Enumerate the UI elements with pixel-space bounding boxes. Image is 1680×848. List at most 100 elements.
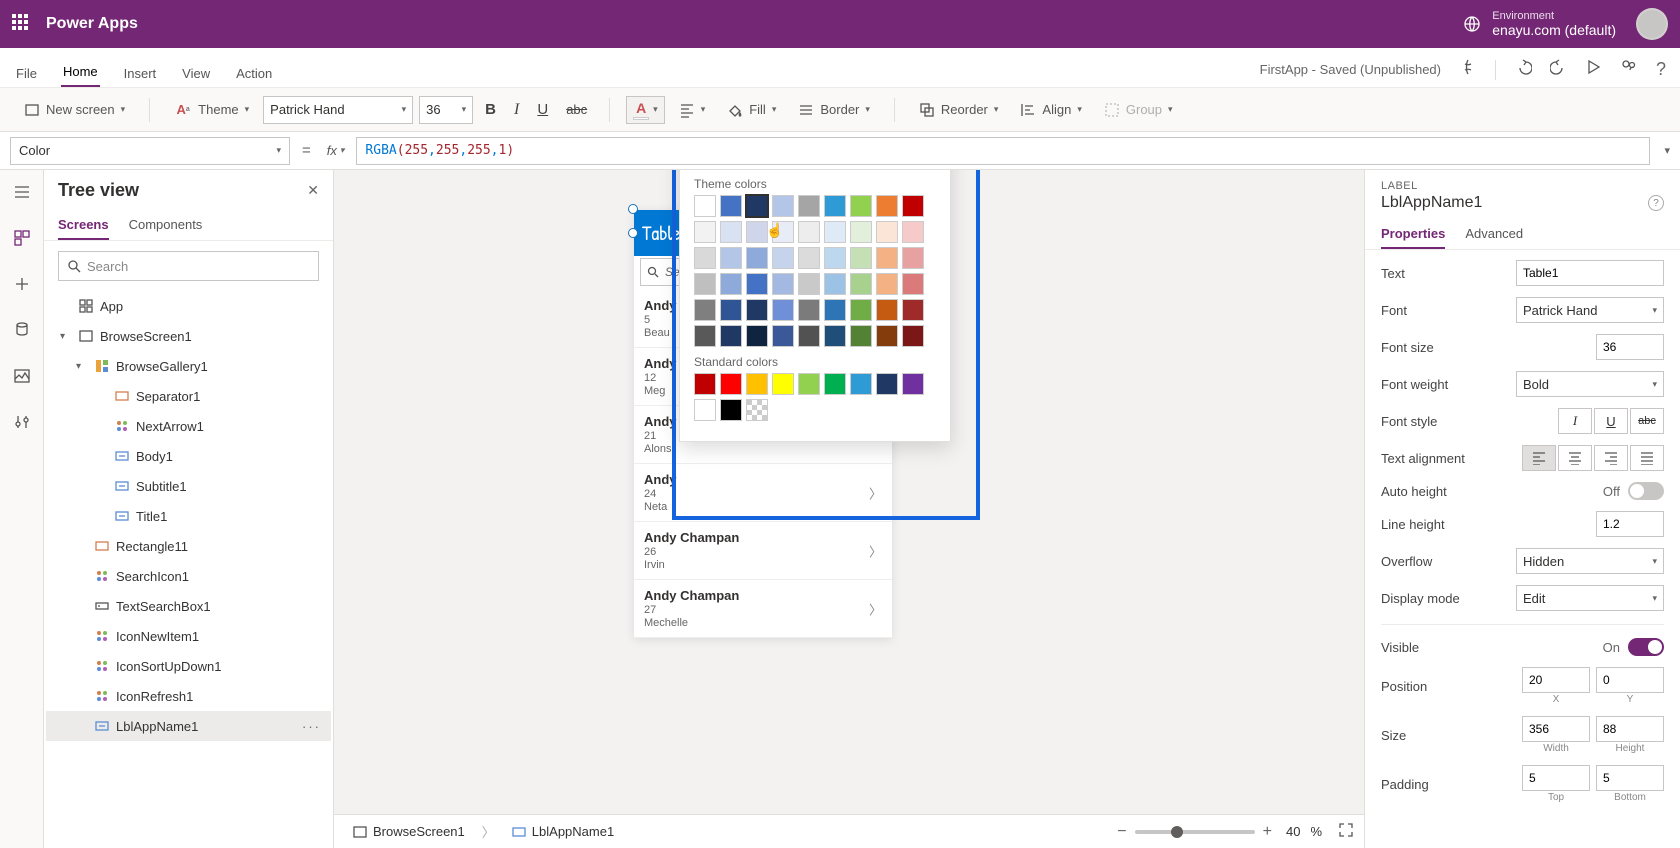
theme-button[interactable]: Aa Theme ▾ bbox=[166, 97, 257, 123]
color-swatch[interactable] bbox=[902, 221, 924, 243]
color-swatch[interactable] bbox=[850, 221, 872, 243]
color-swatch[interactable] bbox=[694, 299, 716, 321]
border-button[interactable]: Border ▾ bbox=[790, 98, 878, 122]
style-strike-button[interactable]: abc bbox=[1630, 408, 1664, 434]
property-selector[interactable]: Color ▾ bbox=[10, 137, 290, 165]
prop-text-input[interactable] bbox=[1516, 260, 1664, 286]
height-input[interactable] bbox=[1596, 716, 1664, 742]
color-swatch[interactable] bbox=[798, 325, 820, 347]
color-swatch[interactable] bbox=[746, 195, 768, 217]
color-swatch[interactable] bbox=[798, 299, 820, 321]
color-swatch[interactable] bbox=[876, 299, 898, 321]
color-swatch[interactable] bbox=[824, 247, 846, 269]
menu-file[interactable]: File bbox=[14, 58, 39, 87]
menu-insert[interactable]: Insert bbox=[122, 58, 159, 87]
tree-item[interactable]: TextSearchBox1 bbox=[46, 591, 331, 621]
formula-input[interactable]: RGBA(255, 255, 255, 1) bbox=[356, 137, 1650, 165]
color-swatch[interactable] bbox=[772, 195, 794, 217]
align-center-button[interactable] bbox=[1558, 445, 1592, 471]
color-swatch[interactable] bbox=[824, 373, 846, 395]
prop-fontsize-input[interactable] bbox=[1596, 334, 1664, 360]
color-swatch[interactable] bbox=[746, 221, 768, 243]
rail-insert[interactable] bbox=[10, 272, 34, 296]
color-swatch[interactable] bbox=[720, 247, 742, 269]
breadcrumb-control[interactable]: LblAppName1 bbox=[503, 819, 623, 844]
color-swatch[interactable] bbox=[720, 221, 742, 243]
color-swatch[interactable] bbox=[876, 221, 898, 243]
style-italic-button[interactable]: I bbox=[1558, 408, 1592, 434]
tree-item[interactable]: Body1 bbox=[46, 441, 331, 471]
color-swatch[interactable] bbox=[720, 195, 742, 217]
color-swatch[interactable] bbox=[746, 299, 768, 321]
prop-fontweight-select[interactable]: Bold▾ bbox=[1516, 371, 1664, 397]
color-swatch[interactable] bbox=[824, 221, 846, 243]
tree-item[interactable]: IconSortUpDown1 bbox=[46, 651, 331, 681]
breadcrumb-screen[interactable]: BrowseScreen1 bbox=[344, 819, 474, 844]
menu-action[interactable]: Action bbox=[234, 58, 274, 87]
tree-item[interactable]: Separator1 bbox=[46, 381, 331, 411]
prop-displaymode-select[interactable]: Edit▾ bbox=[1516, 585, 1664, 611]
prop-tab-advanced[interactable]: Advanced bbox=[1465, 222, 1523, 249]
color-swatch[interactable] bbox=[798, 221, 820, 243]
color-swatch[interactable] bbox=[720, 325, 742, 347]
zoom-out-button[interactable]: − bbox=[1117, 823, 1126, 841]
color-swatch[interactable] bbox=[902, 299, 924, 321]
pos-y-input[interactable] bbox=[1596, 667, 1664, 693]
visible-toggle[interactable] bbox=[1628, 638, 1664, 656]
color-swatch[interactable] bbox=[746, 325, 768, 347]
bold-button[interactable]: B bbox=[479, 97, 502, 122]
font-color-button[interactable]: A ▾ bbox=[626, 96, 665, 124]
color-swatch[interactable] bbox=[694, 399, 716, 421]
user-avatar[interactable] bbox=[1636, 8, 1668, 40]
fill-button[interactable]: Fill ▾ bbox=[719, 98, 784, 122]
color-swatch[interactable] bbox=[876, 195, 898, 217]
color-swatch[interactable] bbox=[694, 195, 716, 217]
expand-formula-button[interactable]: ▾ bbox=[1664, 144, 1670, 157]
font-size-select[interactable]: 36 ▾ bbox=[419, 96, 473, 124]
zoom-slider[interactable] bbox=[1135, 830, 1255, 834]
list-item[interactable]: Andy Champan27Mechelle〉 bbox=[634, 580, 892, 638]
tree-tab-screens[interactable]: Screens bbox=[58, 211, 109, 240]
prop-font-select[interactable]: Patrick Hand▾ bbox=[1516, 297, 1664, 323]
redo-button[interactable] bbox=[1550, 58, 1568, 81]
list-item[interactable]: Andy24Neta〉 bbox=[634, 464, 892, 522]
color-swatch[interactable] bbox=[720, 299, 742, 321]
fx-button[interactable]: fx▾ bbox=[323, 143, 349, 158]
prop-overflow-select[interactable]: Hidden▾ bbox=[1516, 548, 1664, 574]
canvas-area[interactable]: Table1 Search items Andy5Beau〉Andy12Meg〉… bbox=[334, 170, 1364, 848]
color-swatch[interactable] bbox=[720, 373, 742, 395]
info-icon[interactable]: ? bbox=[1648, 195, 1664, 211]
text-align-button[interactable]: ▾ bbox=[671, 98, 714, 122]
color-swatch[interactable] bbox=[902, 195, 924, 217]
app-checker-icon[interactable] bbox=[1459, 58, 1477, 81]
color-swatch[interactable] bbox=[798, 195, 820, 217]
color-swatch[interactable] bbox=[694, 373, 716, 395]
rail-media[interactable] bbox=[10, 364, 34, 388]
color-swatch[interactable] bbox=[720, 273, 742, 295]
tree-item[interactable]: App bbox=[46, 291, 331, 321]
tree-item[interactable]: Rectangle11 bbox=[46, 531, 331, 561]
color-swatch[interactable] bbox=[772, 325, 794, 347]
color-swatch[interactable] bbox=[850, 373, 872, 395]
color-swatch[interactable] bbox=[824, 299, 846, 321]
share-button[interactable] bbox=[1620, 58, 1638, 81]
menu-home[interactable]: Home bbox=[61, 56, 100, 87]
color-swatch[interactable] bbox=[850, 273, 872, 295]
tree-item[interactable]: IconRefresh1 bbox=[46, 681, 331, 711]
color-swatch[interactable] bbox=[798, 247, 820, 269]
tree-item[interactable]: SearchIcon1 bbox=[46, 561, 331, 591]
color-swatch[interactable] bbox=[746, 373, 768, 395]
align-right-button[interactable] bbox=[1594, 445, 1628, 471]
tree-tab-components[interactable]: Components bbox=[129, 211, 203, 240]
color-swatch[interactable] bbox=[876, 373, 898, 395]
prop-tab-properties[interactable]: Properties bbox=[1381, 222, 1445, 249]
environment-picker[interactable]: Environment enayu.com (default) bbox=[1462, 10, 1616, 38]
tree-item[interactable]: Subtitle1 bbox=[46, 471, 331, 501]
color-swatch[interactable] bbox=[876, 325, 898, 347]
color-swatch[interactable] bbox=[824, 195, 846, 217]
undo-button[interactable] bbox=[1514, 58, 1532, 81]
menu-view[interactable]: View bbox=[180, 58, 212, 87]
rail-advanced-tools[interactable] bbox=[10, 410, 34, 434]
italic-button[interactable]: I bbox=[508, 97, 525, 123]
tree-item[interactable]: ▾BrowseGallery1 bbox=[46, 351, 331, 381]
